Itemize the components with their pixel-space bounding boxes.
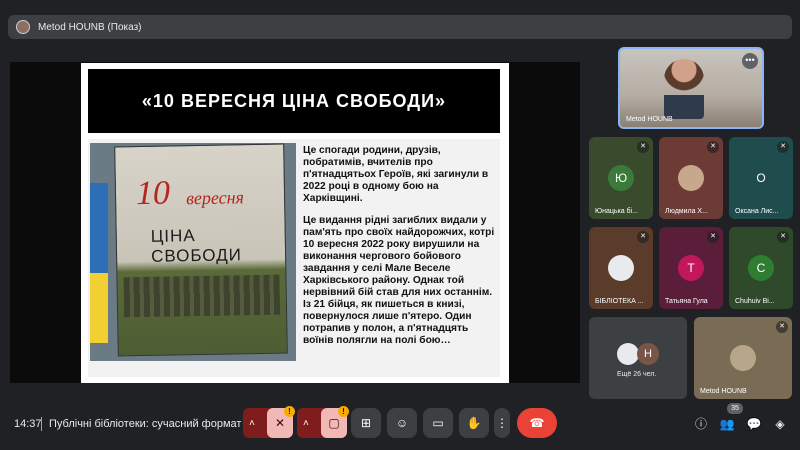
more-vert-icon: ⋮: [496, 416, 508, 430]
slide-title: «10 ВЕРЕСНЯ ЦІНА СВОБОДИ»: [141, 90, 447, 111]
camera-person: [664, 59, 704, 119]
participant-avatar: О: [748, 165, 774, 191]
others-avatar-2: Н: [637, 343, 659, 365]
book-photo: 10 вересня ЦІНА СВОБОДИ: [90, 143, 296, 361]
participant-name: Татьяна Гула: [665, 298, 708, 305]
slide-paragraph-2: Це видання рідні загиблих видали у пам'я…: [303, 215, 497, 347]
slide-paragraph-1: Це спогади родини, друзів, побратимів, в…: [303, 145, 489, 204]
book-cover-word: вересня: [185, 187, 245, 209]
top-strip: [0, 0, 800, 6]
others-label: Ещё 26 чел.: [617, 371, 657, 378]
participant-avatar: Т: [678, 255, 704, 281]
emoji-button[interactable]: ☺: [387, 408, 417, 438]
book-cover-soldiers-photo: [123, 274, 281, 318]
chevron-up-icon[interactable]: ˄: [303, 418, 309, 429]
mic-off-icon: ✕: [637, 141, 649, 153]
slide-text: Це спогади родини, друзів, побратимів, в…: [303, 145, 497, 357]
participant-name: Юнацька бі...: [595, 208, 638, 215]
participant-count-badge: 35: [727, 403, 743, 414]
captions-icon: ▭: [432, 416, 444, 430]
people-icon[interactable]: 👥: [719, 416, 735, 432]
participant-name: БІБЛІОТЕКА ...: [595, 298, 644, 305]
others-avatar-1: [617, 343, 639, 365]
present-screen-icon: ⊞: [360, 416, 372, 430]
participant-name: Metod HOUNB: [626, 116, 673, 123]
raise-hand-button[interactable]: ✋: [459, 408, 489, 438]
slide-header: «10 ВЕРЕСНЯ ЦІНА СВОБОДИ»: [88, 69, 500, 133]
activities-icon[interactable]: ◈: [772, 416, 788, 432]
participant-tile[interactable]: ✕ С Chuhuiv Bi...: [729, 227, 793, 309]
control-bar: 14:37 Публічні бібліотеки: сучасний форм…: [0, 402, 800, 442]
presenter-banner[interactable]: Metod HOUNB (Показ): [8, 15, 792, 39]
library-logo-icon: [608, 255, 634, 281]
emoji-icon: ☺: [395, 416, 409, 430]
hand-icon: ✋: [466, 416, 482, 430]
mic-off-icon: ✕: [776, 321, 788, 333]
slide-paragraph-2-line-1: Це видання рідні загиблих видали у пам'я…: [303, 215, 495, 238]
participant-name: Оксана Лис...: [735, 208, 779, 215]
present-button[interactable]: ⊞: [351, 408, 381, 438]
meeting-title: Публічні бібліотеки: сучасний формат: [49, 418, 242, 430]
book-cover-subtitle: ЦІНА СВОБОДИ: [150, 226, 243, 266]
captions-button[interactable]: ▭: [423, 408, 453, 438]
mic-off-icon: ✕: [707, 141, 719, 153]
participant-tile[interactable]: ✕ О Оксана Лис...: [729, 137, 793, 219]
info-icon[interactable]: ⓘ: [693, 416, 709, 432]
more-dots-icon[interactable]: •••: [742, 53, 758, 69]
chat-icon[interactable]: 💬: [746, 416, 762, 432]
separator: [41, 417, 42, 431]
chevron-up-icon[interactable]: ˄: [249, 418, 255, 429]
mic-off-icon: ✕: [707, 231, 719, 243]
presenter-title: Metod HOUNB (Показ): [38, 21, 142, 33]
participant-tile[interactable]: ✕ Ю Юнацька бі...: [589, 137, 653, 219]
presentation-slide: «10 ВЕРЕСНЯ ЦІНА СВОБОДИ» 10 вересня ЦІН…: [81, 63, 509, 383]
others-tile[interactable]: Н Ещё 26 чел.: [589, 317, 687, 399]
participant-avatar: [678, 165, 704, 191]
participant-avatar: С: [748, 255, 774, 281]
more-options-button[interactable]: ⋮: [494, 408, 510, 438]
slide-body: 10 вересня ЦІНА СВОБОДИ Це спогади родин…: [88, 139, 500, 377]
participant-tile[interactable]: ✕ Т Татьяна Гула: [659, 227, 723, 309]
leave-call-button[interactable]: ☎: [517, 408, 557, 438]
mic-off-icon: ✕: [777, 231, 789, 243]
book-cover-number: 10: [135, 174, 171, 213]
flag-yellow-stripe: [90, 273, 108, 343]
participant-name: Людмила Х...: [665, 208, 708, 215]
self-tile[interactable]: ✕ Metod HOUNB: [694, 317, 792, 399]
mic-off-icon: ✕: [777, 141, 789, 153]
participant-tile-main[interactable]: ••• Metod HOUNB: [618, 47, 764, 129]
participant-name: Metod HOUNB: [700, 388, 747, 395]
phone-hangup-icon: ☎: [529, 416, 545, 430]
clock: 14:37: [14, 418, 42, 430]
participant-name: Chuhuiv Bi...: [735, 298, 775, 305]
presenter-avatar: [16, 20, 30, 34]
slide-paragraph-2-line-2: 10 вересня 2022 року вирушили на виконан…: [303, 239, 493, 346]
flag-blue-stripe: [90, 183, 108, 273]
mic-off-icon: ✕: [637, 231, 649, 243]
warning-badge: !: [284, 406, 295, 417]
self-avatar: [730, 345, 756, 371]
participant-tile[interactable]: ✕ Людмила Х...: [659, 137, 723, 219]
participant-tile[interactable]: ✕ БІБЛІОТЕКА ...: [589, 227, 653, 309]
warning-badge: !: [338, 406, 349, 417]
book-cover: 10 вересня ЦІНА СВОБОДИ: [114, 143, 288, 357]
participant-avatar: Ю: [608, 165, 634, 191]
